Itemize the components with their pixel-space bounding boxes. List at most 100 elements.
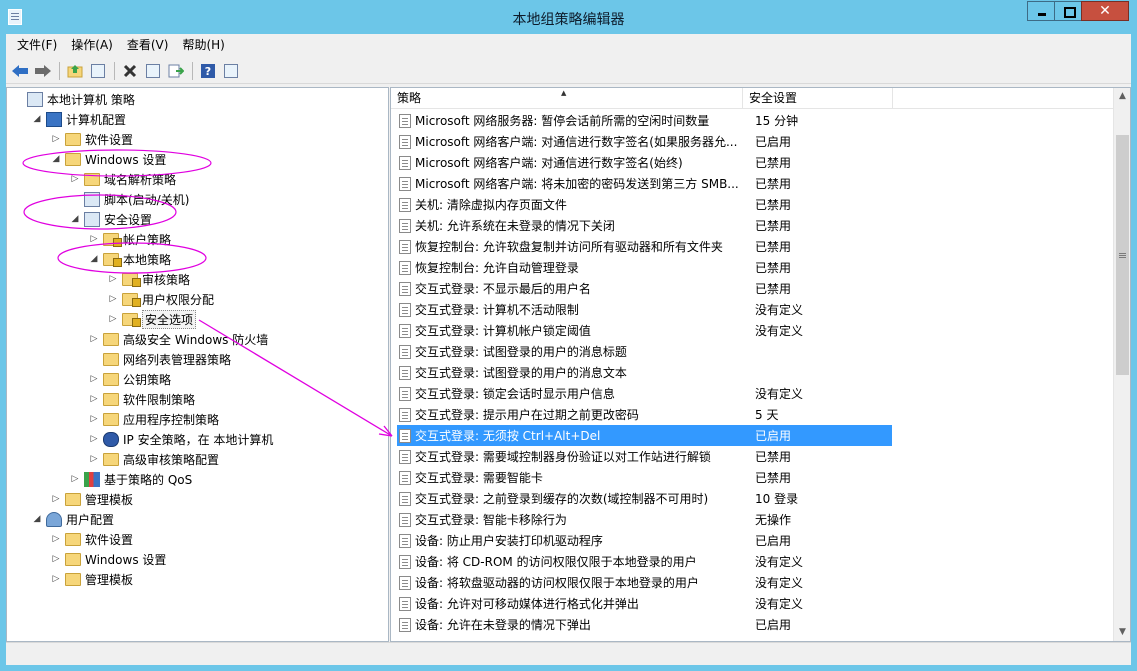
collapsed-icon[interactable]: ▷ bbox=[87, 332, 101, 346]
expanded-icon[interactable]: ◢ bbox=[49, 152, 63, 166]
policy-row[interactable]: 交互式登录: 需要域控制器身份验证以对工作站进行解锁 已禁用 bbox=[397, 446, 892, 467]
column-setting[interactable]: 安全设置 bbox=[743, 88, 893, 109]
tree-node[interactable]: ▷ 高级审核策略配置 bbox=[7, 449, 387, 469]
collapsed-icon[interactable]: ▷ bbox=[87, 432, 101, 446]
policy-row[interactable]: 交互式登录: 试图登录的用户的消息标题 bbox=[397, 341, 892, 362]
security-folder-icon bbox=[122, 312, 141, 327]
tree-node[interactable]: ◢ 计算机配置 bbox=[7, 109, 387, 129]
scroll-down-icon[interactable]: ▼ bbox=[1114, 624, 1130, 641]
collapsed-icon[interactable]: ▷ bbox=[49, 532, 63, 546]
scroll-up-icon[interactable]: ▲ bbox=[1114, 88, 1130, 105]
policy-row[interactable]: 交互式登录: 试图登录的用户的消息文本 bbox=[397, 362, 892, 383]
collapsed-icon[interactable]: ▷ bbox=[106, 272, 120, 286]
close-button[interactable]: ✕ bbox=[1081, 1, 1129, 21]
collapsed-icon[interactable]: ▷ bbox=[106, 292, 120, 306]
collapsed-icon[interactable]: ▷ bbox=[49, 552, 63, 566]
maximize-button[interactable] bbox=[1054, 1, 1082, 21]
tree-node[interactable]: ◢ 用户配置 bbox=[7, 509, 387, 529]
scroll-thumb[interactable] bbox=[1116, 135, 1129, 375]
policy-row[interactable]: 交互式登录: 计算机帐户锁定阈值 没有定义 bbox=[397, 320, 892, 341]
policy-row[interactable]: 关机: 清除虚拟内存页面文件 已禁用 bbox=[397, 194, 892, 215]
column-policy[interactable]: 策略 ▲ bbox=[391, 88, 743, 109]
tree-node[interactable]: 网络列表管理器策略 bbox=[7, 349, 387, 369]
policy-setting-icon bbox=[399, 281, 411, 296]
show-hide-tree-icon[interactable] bbox=[88, 61, 108, 81]
menu-file[interactable]: 文件(F) bbox=[10, 34, 64, 56]
tree-node[interactable]: ▷ 帐户策略 bbox=[7, 229, 387, 249]
policy-row[interactable]: 交互式登录: 提示用户在过期之前更改密码 5 天 bbox=[397, 404, 892, 425]
policy-row[interactable]: 交互式登录: 智能卡移除行为 无操作 bbox=[397, 509, 892, 530]
policy-row[interactable]: Microsoft 网络客户端: 对通信进行数字签名(始终) 已禁用 bbox=[397, 152, 892, 173]
export-icon[interactable] bbox=[166, 61, 186, 81]
policy-row[interactable]: Microsoft 网络客户端: 将未加密的密码发送到第三方 SMB... 已禁用 bbox=[397, 173, 892, 194]
policy-row[interactable]: 设备: 将 CD-ROM 的访问权限仅限于本地登录的用户 没有定义 bbox=[397, 551, 892, 572]
collapsed-icon[interactable]: ▷ bbox=[87, 232, 101, 246]
policy-row[interactable]: 设备: 防止用户安装打印机驱动程序 已启用 bbox=[397, 530, 892, 551]
collapsed-icon[interactable]: ▷ bbox=[87, 412, 101, 426]
policy-row[interactable]: 交互式登录: 计算机不活动限制 没有定义 bbox=[397, 299, 892, 320]
properties-icon[interactable] bbox=[143, 61, 163, 81]
tree-node[interactable]: ▷ 软件限制策略 bbox=[7, 389, 387, 409]
tree-node[interactable]: ▷ 管理模板 bbox=[7, 569, 387, 589]
tree-node[interactable]: ▷ 基于策略的 QoS bbox=[7, 469, 387, 489]
policy-name: 恢复控制台: 允许软盘复制并访问所有驱动器和所有文件夹 bbox=[415, 240, 723, 254]
menu-view[interactable]: 查看(V) bbox=[120, 34, 176, 56]
collapsed-icon[interactable]: ▷ bbox=[87, 452, 101, 466]
tree-node[interactable]: ▷ 软件设置 bbox=[7, 129, 387, 149]
expanded-icon[interactable]: ◢ bbox=[30, 112, 44, 126]
tree-node[interactable]: 本地计算机 策略 bbox=[7, 89, 387, 109]
collapsed-icon[interactable]: ▷ bbox=[49, 132, 63, 146]
help-icon[interactable]: ? bbox=[198, 61, 218, 81]
tree-node[interactable]: ▷ 用户权限分配 bbox=[7, 289, 387, 309]
vertical-scrollbar[interactable]: ▲ ▼ bbox=[1113, 88, 1130, 641]
policy-row[interactable]: Microsoft 网络服务器: 暂停会话前所需的空闲时间数量 15 分钟 bbox=[397, 110, 892, 131]
policy-row[interactable]: 交互式登录: 需要智能卡 已禁用 bbox=[397, 467, 892, 488]
tree-node[interactable]: ▷ 软件设置 bbox=[7, 529, 387, 549]
tree-node[interactable]: ▷ IP 安全策略，在 本地计算机 bbox=[7, 429, 387, 449]
forward-icon[interactable] bbox=[33, 61, 53, 81]
tree-node[interactable]: ▷ 审核策略 bbox=[7, 269, 387, 289]
policy-row[interactable]: 交互式登录: 之前登录到缓存的次数(域控制器不可用时) 10 登录 bbox=[397, 488, 892, 509]
collapsed-icon[interactable]: ▷ bbox=[87, 372, 101, 386]
tree-node[interactable]: ◢ 安全设置 bbox=[7, 209, 387, 229]
tree-node[interactable]: ▷ 域名解析策略 bbox=[7, 169, 387, 189]
tree-node[interactable]: ▷ 安全选项 bbox=[7, 309, 387, 329]
policy-row[interactable]: 交互式登录: 不显示最后的用户名 已禁用 bbox=[397, 278, 892, 299]
policy-row[interactable]: 设备: 允许对可移动媒体进行格式化并弹出 没有定义 bbox=[397, 593, 892, 614]
delete-icon[interactable] bbox=[120, 61, 140, 81]
tree-node-label: Windows 设置 bbox=[85, 152, 167, 167]
policy-row[interactable]: 恢复控制台: 允许软盘复制并访问所有驱动器和所有文件夹 已禁用 bbox=[397, 236, 892, 257]
view-icon[interactable] bbox=[221, 61, 241, 81]
up-folder-icon[interactable] bbox=[65, 61, 85, 81]
collapsed-icon[interactable]: ▷ bbox=[87, 392, 101, 406]
expanded-icon[interactable]: ◢ bbox=[68, 212, 82, 226]
tree-node[interactable]: ▷ 管理模板 bbox=[7, 489, 387, 509]
minimize-button[interactable] bbox=[1027, 1, 1055, 21]
expanded-icon[interactable]: ◢ bbox=[30, 512, 44, 526]
menu-action[interactable]: 操作(A) bbox=[64, 34, 120, 56]
policy-row[interactable]: 关机: 允许系统在未登录的情况下关闭 已禁用 bbox=[397, 215, 892, 236]
expanded-icon[interactable]: ◢ bbox=[87, 252, 101, 266]
policy-row[interactable]: Microsoft 网络客户端: 对通信进行数字签名(如果服务器允... 已启用 bbox=[397, 131, 892, 152]
tree-node[interactable]: ▷ 公钥策略 bbox=[7, 369, 387, 389]
collapsed-icon[interactable]: ▷ bbox=[49, 572, 63, 586]
policy-row[interactable]: 设备: 允许在未登录的情况下弹出 已启用 bbox=[397, 614, 892, 635]
no-expander bbox=[68, 192, 82, 206]
collapsed-icon[interactable]: ▷ bbox=[68, 172, 82, 186]
collapsed-icon[interactable]: ▷ bbox=[106, 312, 120, 326]
menu-help[interactable]: 帮助(H) bbox=[175, 34, 231, 56]
tree-node[interactable]: ▷ 高级安全 Windows 防火墙 bbox=[7, 329, 387, 349]
tree-node[interactable]: ◢ 本地策略 bbox=[7, 249, 387, 269]
policy-row[interactable]: 交互式登录: 锁定会话时显示用户信息 没有定义 bbox=[397, 383, 892, 404]
policy-setting-value: 已启用 bbox=[755, 618, 792, 632]
policy-row[interactable]: 设备: 将软盘驱动器的访问权限仅限于本地登录的用户 没有定义 bbox=[397, 572, 892, 593]
tree-node[interactable]: ▷ 应用程序控制策略 bbox=[7, 409, 387, 429]
back-icon[interactable] bbox=[10, 61, 30, 81]
tree-node[interactable]: 脚本(启动/关机) bbox=[7, 189, 387, 209]
policy-row[interactable]: 交互式登录: 无须按 Ctrl+Alt+Del 已启用 bbox=[397, 425, 892, 446]
collapsed-icon[interactable]: ▷ bbox=[68, 472, 82, 486]
tree-node[interactable]: ▷ Windows 设置 bbox=[7, 549, 387, 569]
tree-node[interactable]: ◢ Windows 设置 bbox=[7, 149, 387, 169]
policy-row[interactable]: 恢复控制台: 允许自动管理登录 已禁用 bbox=[397, 257, 892, 278]
collapsed-icon[interactable]: ▷ bbox=[49, 492, 63, 506]
